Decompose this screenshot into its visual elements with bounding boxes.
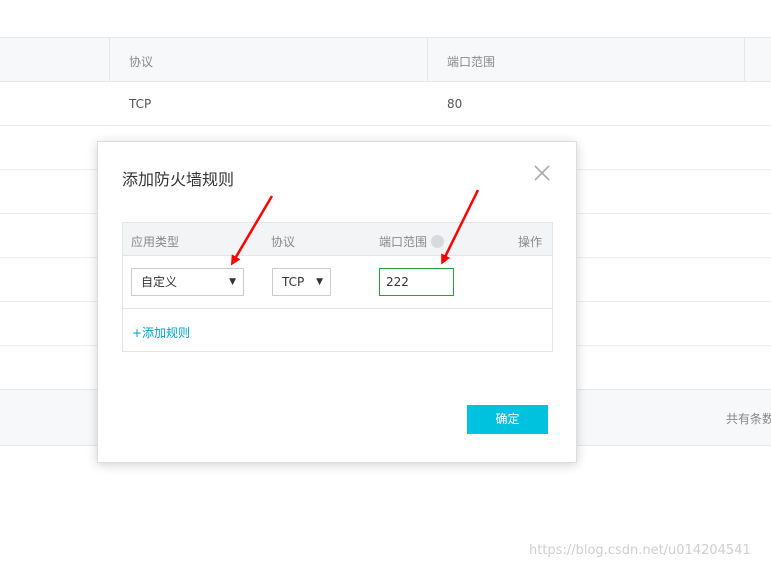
column-header-app-type: 应用类型: [131, 235, 180, 249]
close-icon[interactable]: [531, 162, 553, 184]
dialog-title: 添加防火墙规则: [122, 170, 235, 189]
rule-table: 应用类型 协议 端口范围 操作 自定义 ▼ TCP ▼ 222 +添加规则: [122, 222, 553, 352]
chevron-down-icon: ▼: [316, 277, 323, 287]
protocol-cell: TCP: [129, 97, 152, 111]
rule-row: 自定义 ▼ TCP ▼ 222: [123, 256, 552, 309]
column-header-action: 操作: [518, 235, 543, 249]
confirm-button[interactable]: 确定: [467, 405, 548, 434]
total-count-label: 共有条数: [726, 412, 771, 426]
column-header-port-range: 端口范围: [447, 55, 496, 69]
port-range-label: 端口范围: [379, 235, 428, 249]
watermark: https://blog.csdn.net/u014204541: [529, 543, 751, 558]
chevron-down-icon: ▼: [229, 277, 236, 287]
rule-table-header: 应用类型 协议 端口范围 操作: [123, 223, 552, 256]
column-divider: [109, 38, 110, 82]
port-cell: 80: [447, 97, 463, 111]
column-divider: [744, 38, 745, 82]
column-header-protocol: 协议: [129, 55, 154, 69]
port-range-input[interactable]: 222: [379, 268, 454, 296]
add-rule-link[interactable]: +添加规则: [132, 324, 190, 341]
background-table-header: 协议 端口范围: [0, 37, 771, 82]
column-divider: [427, 38, 428, 82]
add-firewall-rule-dialog: 添加防火墙规则 应用类型 协议 端口范围 操作 自定义 ▼ TCP ▼ 222 …: [97, 141, 577, 463]
protocol-value: TCP: [282, 275, 305, 289]
protocol-select[interactable]: TCP ▼: [272, 268, 331, 296]
column-header-protocol: 协议: [271, 235, 296, 249]
column-header-port-range: 端口范围: [379, 233, 445, 250]
help-icon[interactable]: [431, 235, 445, 248]
app-type-value: 自定义: [141, 275, 178, 289]
app-type-select[interactable]: 自定义 ▼: [131, 268, 244, 296]
table-row[interactable]: TCP 80: [0, 82, 771, 126]
